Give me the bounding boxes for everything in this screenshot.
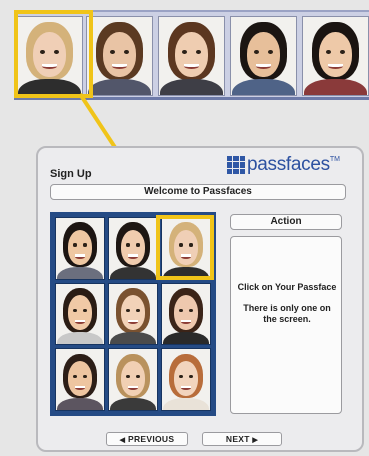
grid-face-4[interactable] xyxy=(55,282,105,346)
logo-trademark: TM xyxy=(329,156,340,163)
selected-face-highlight xyxy=(14,10,93,98)
grid-face-6[interactable] xyxy=(161,282,211,346)
previous-button[interactable]: ◀ PREVIOUS xyxy=(106,432,188,446)
logo-text: passfaces xyxy=(247,154,330,175)
instruction-line-2: There is only one on the screen. xyxy=(243,303,331,324)
instruction-line-1: Click on Your Passface xyxy=(237,282,337,292)
logo-grid-icon xyxy=(227,156,245,174)
grid-face-2[interactable] xyxy=(108,217,158,280)
grid-face-7[interactable] xyxy=(55,348,105,411)
arrow-right-icon: ▶ xyxy=(252,437,259,444)
welcome-banner: Welcome to Passfaces xyxy=(50,184,346,200)
action-instructions: Click on Your Passface There is only one… xyxy=(237,282,337,335)
signup-dialog: Sign Up passfaces TM Welcome to Passface… xyxy=(36,146,364,452)
action-panel: Click on Your Passface There is only one… xyxy=(230,236,342,414)
next-button[interactable]: NEXT ▶ xyxy=(202,432,282,446)
passfaces-logo: passfaces TM xyxy=(227,153,340,177)
grid-face-5[interactable] xyxy=(108,282,158,346)
grid-face-9[interactable] xyxy=(161,348,211,411)
grid-face-8[interactable] xyxy=(108,348,158,411)
action-label: Action xyxy=(230,214,342,230)
passface-highlight xyxy=(156,215,214,280)
next-label: NEXT xyxy=(225,434,250,444)
dialog-title: Sign Up xyxy=(50,168,92,180)
previous-label: PREVIOUS xyxy=(128,434,175,444)
grid-face-1[interactable] xyxy=(55,217,105,280)
arrow-left-icon: ◀ xyxy=(119,437,126,444)
